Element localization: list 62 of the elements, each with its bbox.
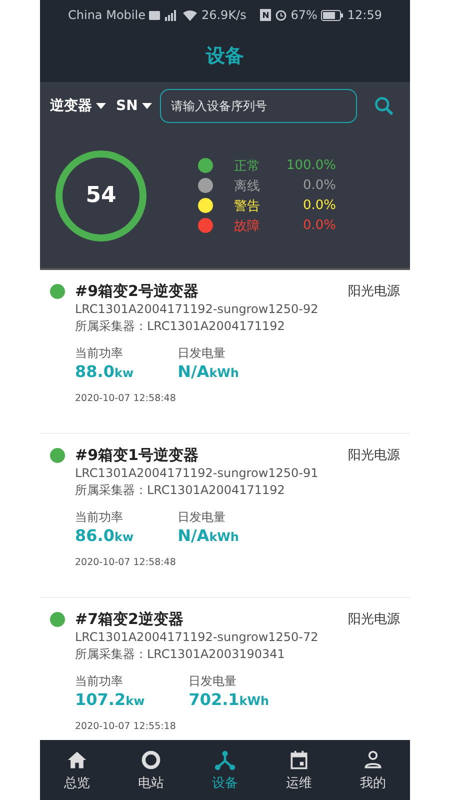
status-label: 正常 (233, 158, 261, 174)
caret-icon (142, 103, 152, 109)
metric-label: 当前功率 (75, 509, 124, 526)
search-icon[interactable] (372, 95, 395, 117)
nav-tab[interactable]: 设备 (206, 748, 244, 792)
status-percent: 0.0% (302, 178, 336, 193)
network-icon (214, 748, 236, 770)
device-card[interactable]: #9箱变1号逆变器 阳光电源 LRC1301A2004171192-sungrow1250-91 所属采集器：LRC1301A2004171192 当前功率 86.0kw 日发电量 N/AkWh 2020-10-07 12:58:48 (40, 434, 410, 598)
metric-label: 日发电量 (188, 673, 238, 690)
clock-time: 12:59 (347, 8, 382, 22)
alarm-icon (274, 9, 287, 21)
carrier-text: China Mobile (68, 8, 146, 22)
status-label: 离线 (233, 178, 261, 194)
nav-tab[interactable]: 总览 (58, 748, 96, 792)
status-label: 故障 (233, 218, 261, 234)
wifi-icon (183, 10, 198, 20)
page-title: 设备 (206, 44, 244, 69)
metric-label: 日发电量 (178, 345, 227, 362)
caret-icon (96, 103, 106, 109)
device-name: #7箱变2逆变器 (75, 610, 184, 629)
metric-value: 86.0kw (75, 526, 134, 545)
device-serial: LRC1301A2004171192-sungrow1250-92 (75, 301, 320, 318)
collector-text: 所属采集器：LRC1301A2004171192 (75, 482, 286, 499)
nav-tab[interactable]: 我的 (354, 748, 392, 792)
nav-tab[interactable]: 运维 (280, 748, 318, 792)
metric-value: 88.0kw (75, 362, 134, 381)
device-name: #9箱变1号逆变器 (75, 446, 198, 465)
metric-value: N/AkWh (178, 362, 239, 381)
metric-label: 日发电量 (178, 509, 227, 526)
device-brand: 阳光电源 (348, 283, 400, 301)
filter-dropdown[interactable]: 逆变器 (48, 97, 108, 115)
status-percent: 0.0% (302, 218, 336, 233)
device-count: 54 (86, 183, 116, 208)
device-serial: LRC1301A2004171192-sungrow1250-91 (75, 465, 320, 482)
device-card[interactable]: #9箱变2号逆变器 阳光电源 LRC1301A2004171192-sungrow1250-92 所属采集器：LRC1301A2004171192 当前功率 88.0kw 日发电量 N/AkWh 2020-10-07 12:58:48 (40, 270, 410, 434)
status-percent: 100.0% (285, 158, 336, 173)
status-label: 警告 (233, 198, 261, 214)
device-serial: LRC1301A2004171192-sungrow1250-72 (75, 629, 320, 646)
user-icon (362, 748, 384, 770)
update-time: 2020-10-07 12:55:18 (75, 721, 177, 732)
collector-text: 所属采集器：LRC1301A2004171192 (75, 318, 286, 335)
device-brand: 阳光电源 (348, 611, 400, 629)
metric-value: 107.2kw (75, 690, 145, 709)
circle-icon (140, 748, 162, 770)
filter-dropdown[interactable]: SN (114, 98, 154, 114)
device-name: #9箱变2号逆变器 (75, 282, 198, 301)
metric-value: 702.1kWh (188, 690, 270, 709)
update-time: 2020-10-07 12:58:48 (75, 393, 177, 404)
calendar-icon (288, 748, 310, 770)
status-percent: 0.0% (302, 198, 336, 213)
metric-label: 当前功率 (75, 345, 124, 362)
battery-percent: 67% (290, 8, 318, 22)
update-time: 2020-10-07 12:58:48 (75, 557, 177, 568)
device-brand: 阳光电源 (348, 447, 400, 465)
collector-text: 所属采集器：LRC1301A2003190341 (75, 646, 286, 663)
metric-value: N/AkWh (178, 526, 239, 545)
search-field[interactable]: 请输入设备序列号 (160, 89, 357, 123)
battery-icon (321, 10, 344, 20)
nfc-icon (260, 9, 271, 21)
network-speed: 26.9K/s (201, 8, 246, 22)
nav-tab[interactable]: 电站 (132, 748, 170, 792)
metric-label: 当前功率 (75, 673, 124, 690)
